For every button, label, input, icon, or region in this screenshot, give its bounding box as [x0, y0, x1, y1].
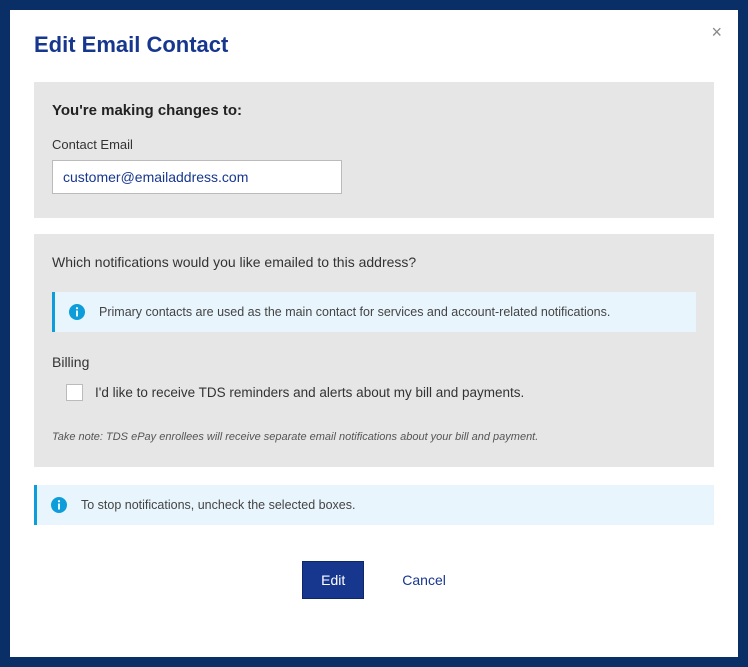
- contact-email-input[interactable]: [52, 160, 342, 194]
- notifications-question: Which notifications would you like email…: [52, 254, 696, 270]
- notifications-panel: Which notifications would you like email…: [34, 234, 714, 467]
- billing-section-label: Billing: [52, 354, 696, 370]
- close-icon[interactable]: ×: [711, 22, 722, 43]
- edit-button[interactable]: Edit: [302, 561, 364, 599]
- primary-contact-info-banner: Primary contacts are used as the main co…: [52, 292, 696, 332]
- billing-checkbox-row: I'd like to receive TDS reminders and al…: [66, 384, 696, 401]
- edit-email-contact-modal: × Edit Email Contact You're making chang…: [10, 10, 738, 657]
- cancel-button[interactable]: Cancel: [402, 572, 446, 588]
- contact-email-label: Contact Email: [52, 137, 696, 152]
- stop-notifications-info-banner: To stop notifications, uncheck the selec…: [34, 485, 714, 525]
- modal-title: Edit Email Contact: [34, 32, 714, 58]
- info-banner-text: Primary contacts are used as the main co…: [99, 305, 610, 319]
- info-icon: [51, 497, 67, 513]
- outer-info-text: To stop notifications, uncheck the selec…: [81, 498, 355, 512]
- billing-checkbox-label: I'd like to receive TDS reminders and al…: [95, 385, 524, 400]
- info-icon: [69, 304, 85, 320]
- billing-checkbox[interactable]: [66, 384, 83, 401]
- button-row: Edit Cancel: [34, 561, 714, 599]
- changes-panel: You're making changes to: Contact Email: [34, 82, 714, 218]
- changes-heading: You're making changes to:: [52, 102, 696, 119]
- epay-note: Take note: TDS ePay enrollees will recei…: [52, 431, 696, 443]
